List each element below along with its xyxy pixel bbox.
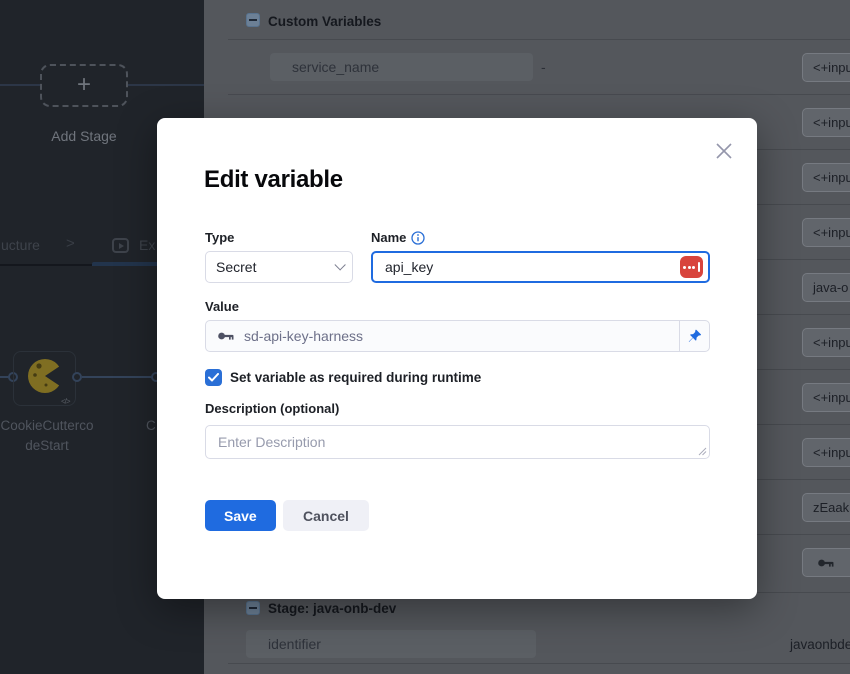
close-icon[interactable] — [713, 140, 735, 162]
execution-tab-icon — [112, 238, 129, 253]
edit-variable-dialog: Edit variable Type Name Secret api_key V… — [157, 118, 757, 599]
resize-handle-icon[interactable] — [698, 447, 707, 456]
name-input-value: api_key — [385, 259, 433, 275]
runtime-input-icon[interactable] — [680, 256, 703, 278]
variable-value-box[interactable]: zEaak — [802, 493, 850, 522]
variable-secret-box[interactable] — [802, 548, 850, 577]
custom-variables-header: Custom Variables — [268, 14, 381, 29]
identifier-value: javaonbde — [790, 637, 850, 652]
neighbor-node-label-partial: C — [146, 418, 156, 433]
collapse-stage-section-icon[interactable] — [246, 601, 260, 615]
type-select-value: Secret — [216, 259, 256, 275]
required-checkbox[interactable] — [205, 369, 222, 386]
variable-value-box[interactable]: <+inpu — [802, 218, 850, 247]
value-secret-field[interactable]: sd-api-key-harness — [205, 320, 710, 352]
stage-section-header: Stage: java-onb-dev — [268, 601, 396, 616]
type-select[interactable]: Secret — [205, 251, 353, 283]
description-placeholder: Enter Description — [218, 434, 325, 450]
cookiecutter-logo-icon — [27, 358, 63, 394]
secret-reference-text: sd-api-key-harness — [244, 328, 363, 344]
description-label: Description (optional) — [205, 401, 339, 416]
variable-value-box[interactable]: <+inpu — [802, 438, 850, 467]
variable-value-box[interactable]: <+inpu — [802, 108, 850, 137]
node-connector-line — [82, 376, 152, 378]
code-badge-icon: </> — [61, 397, 70, 406]
collapse-section-icon[interactable] — [246, 13, 260, 27]
node-label-line2: deStart — [0, 438, 102, 453]
variable-name-field[interactable]: service_name — [270, 53, 533, 81]
check-icon — [208, 373, 219, 382]
name-input[interactable]: api_key — [371, 251, 710, 283]
variable-value-box[interactable]: java-o — [802, 273, 850, 302]
identifier-label: identifier — [268, 636, 321, 652]
divider — [228, 663, 850, 664]
add-stage-button[interactable]: + — [40, 64, 128, 107]
key-icon — [217, 328, 235, 344]
cancel-button[interactable]: Cancel — [283, 500, 369, 531]
info-icon[interactable] — [411, 231, 425, 245]
variable-type-dash: - — [541, 59, 546, 75]
pin-icon — [687, 329, 702, 344]
divider — [228, 94, 850, 95]
type-label: Type — [205, 230, 234, 245]
key-icon — [817, 555, 835, 571]
chevron-right-icon: > — [66, 235, 75, 252]
chevron-down-icon — [334, 259, 345, 270]
node-label-line1: CookieCutterco — [0, 418, 102, 433]
node-port-icon — [72, 372, 82, 382]
add-stage-label: Add Stage — [14, 128, 154, 144]
name-label: Name — [371, 230, 406, 245]
variable-value-box[interactable]: <+inpu — [802, 163, 850, 192]
variable-name-text: service_name — [292, 59, 379, 75]
dialog-title: Edit variable — [204, 166, 343, 194]
value-label: Value — [205, 299, 239, 314]
save-button[interactable]: Save — [205, 500, 276, 531]
required-checkbox-label: Set variable as required during runtime — [230, 370, 481, 385]
tab-infrastructure-partial[interactable]: ucture — [1, 237, 40, 253]
variable-value-box[interactable]: <+inpu — [802, 53, 850, 82]
pin-button[interactable] — [679, 321, 709, 351]
divider — [228, 39, 850, 40]
tab-execution-partial[interactable]: Ex — [139, 237, 155, 253]
identifier-field[interactable]: identifier — [246, 630, 536, 658]
description-textarea[interactable]: Enter Description — [205, 425, 710, 459]
variable-value-box[interactable]: <+inpu — [802, 383, 850, 412]
variable-value-box[interactable]: <+inpu — [802, 328, 850, 357]
plus-icon: + — [77, 73, 91, 97]
